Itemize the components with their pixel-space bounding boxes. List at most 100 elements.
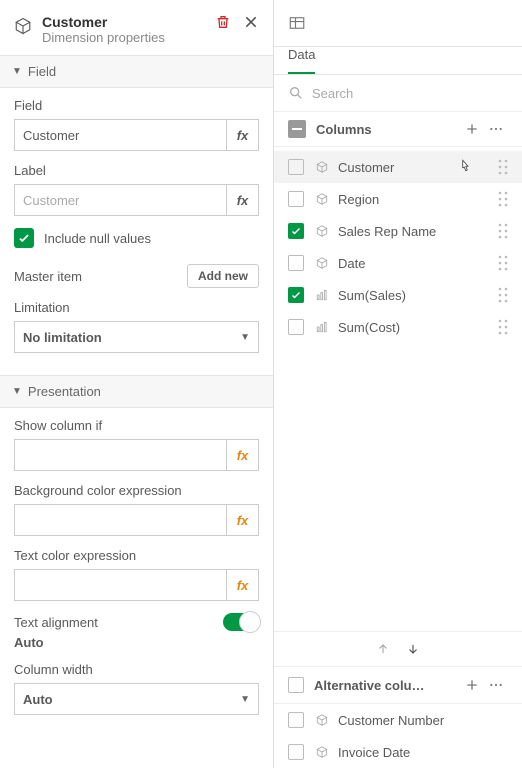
panel-subtitle: Dimension properties [42, 30, 215, 45]
label-input[interactable] [15, 185, 226, 215]
properties-panel: Customer Dimension properties ▼ Field Fi… [0, 0, 274, 768]
text-align-label: Text alignment [14, 615, 98, 630]
column-label: Date [338, 256, 498, 271]
field-input-row: fx [14, 119, 259, 151]
column-item[interactable]: Sum(Cost) [274, 311, 522, 343]
drag-handle-icon[interactable] [498, 191, 508, 207]
close-icon[interactable] [243, 14, 259, 30]
chevron-down-icon: ▼ [12, 386, 22, 397]
drag-handle-icon[interactable] [498, 223, 508, 239]
fx-button[interactable]: fx [226, 185, 258, 215]
dimension-icon [314, 256, 330, 270]
drag-handle-icon[interactable] [498, 159, 508, 175]
drag-handle-icon[interactable] [498, 287, 508, 303]
reorder-arrows [274, 631, 522, 666]
alt-columns-header: Alternative colu… [274, 666, 522, 704]
alt-column-checkbox[interactable] [288, 744, 304, 760]
text-align-toggle[interactable] [223, 613, 259, 631]
alt-column-label: Customer Number [338, 713, 508, 728]
caret-down-icon: ▼ [240, 694, 250, 705]
collapse-button[interactable] [288, 120, 306, 138]
add-alt-column-button[interactable] [460, 677, 484, 693]
move-up-button[interactable] [376, 642, 390, 656]
alt-column-item[interactable]: Customer Number [274, 704, 522, 736]
table-icon[interactable] [288, 14, 508, 32]
alt-column-label: Invoice Date [338, 745, 508, 760]
text-expr-input-row: fx [14, 569, 259, 601]
move-down-button[interactable] [406, 642, 420, 656]
search-input[interactable] [312, 86, 508, 101]
column-checkbox[interactable] [288, 191, 304, 207]
limitation-label: Limitation [14, 300, 259, 315]
column-label: Sum(Cost) [338, 320, 498, 335]
search-icon [288, 85, 304, 101]
search-row [274, 75, 522, 111]
section-presentation-body: Show column if fx Background color expre… [0, 408, 273, 737]
show-column-if-input-row: fx [14, 439, 259, 471]
add-new-button[interactable]: Add new [187, 264, 259, 288]
section-field-body: Field fx Label fx Include null values Ma… [0, 88, 273, 375]
bg-expr-label: Background color expression [14, 483, 259, 498]
column-checkbox[interactable] [288, 159, 304, 175]
drag-handle-icon[interactable] [498, 255, 508, 271]
dimension-icon [314, 160, 330, 174]
panel-header: Customer Dimension properties [0, 0, 273, 55]
limitation-select[interactable]: No limitation ▼ [14, 321, 259, 353]
section-title: Presentation [28, 384, 101, 399]
limitation-value: No limitation [23, 330, 102, 345]
cursor-pointer-icon [456, 157, 474, 177]
columns-header: Columns [274, 111, 522, 147]
measure-icon [314, 320, 330, 334]
column-checkbox[interactable] [288, 319, 304, 335]
text-expr-input[interactable] [15, 570, 226, 600]
alt-columns-checkbox[interactable] [288, 677, 304, 693]
show-column-if-input[interactable] [15, 440, 226, 470]
chevron-down-icon: ▼ [12, 66, 22, 77]
column-label: Sales Rep Name [338, 224, 498, 239]
column-item[interactable]: Sum(Sales) [274, 279, 522, 311]
column-checkbox[interactable] [288, 255, 304, 271]
master-item-label: Master item [14, 269, 82, 284]
column-checkbox[interactable] [288, 287, 304, 303]
column-width-select[interactable]: Auto ▼ [14, 683, 259, 715]
tab-data[interactable]: Data [288, 47, 315, 74]
fx-button[interactable]: fx [226, 120, 258, 150]
include-null-label: Include null values [44, 231, 151, 246]
fx-button[interactable]: fx [226, 505, 258, 535]
column-width-label: Column width [14, 662, 259, 677]
columns-list: Customer Region Sales Rep Name Date Sum(Sale… [274, 147, 522, 631]
column-item[interactable]: Customer [274, 151, 522, 183]
fx-button[interactable]: fx [226, 570, 258, 600]
alt-column-checkbox[interactable] [288, 712, 304, 728]
label-label: Label [14, 163, 259, 178]
more-icon[interactable] [484, 677, 508, 693]
field-label: Field [14, 98, 259, 113]
data-panel: Data Columns Customer Region Sales Rep Nam… [274, 0, 522, 768]
column-item[interactable]: Date [274, 247, 522, 279]
column-label: Customer [338, 160, 498, 175]
more-icon[interactable] [484, 121, 508, 137]
section-title: Field [28, 64, 56, 79]
drag-handle-icon[interactable] [498, 319, 508, 335]
column-label: Sum(Sales) [338, 288, 498, 303]
section-header-field[interactable]: ▼ Field [0, 55, 273, 88]
fx-button[interactable]: fx [226, 440, 258, 470]
column-width-value: Auto [23, 692, 53, 707]
column-item[interactable]: Region [274, 183, 522, 215]
dimension-icon [314, 745, 330, 759]
text-expr-label: Text color expression [14, 548, 259, 563]
bg-expr-input[interactable] [15, 505, 226, 535]
alt-columns-list: Customer Number Invoice Date [274, 704, 522, 768]
bg-expr-input-row: fx [14, 504, 259, 536]
alt-column-item[interactable]: Invoice Date [274, 736, 522, 768]
field-input[interactable] [15, 120, 226, 150]
dimension-icon [314, 713, 330, 727]
column-item[interactable]: Sales Rep Name [274, 215, 522, 247]
include-null-checkbox[interactable] [14, 228, 34, 248]
panel-title: Customer [42, 14, 215, 30]
add-column-button[interactable] [460, 121, 484, 137]
section-header-presentation[interactable]: ▼ Presentation [0, 375, 273, 408]
column-checkbox[interactable] [288, 223, 304, 239]
delete-icon[interactable] [215, 14, 231, 30]
label-input-row: fx [14, 184, 259, 216]
